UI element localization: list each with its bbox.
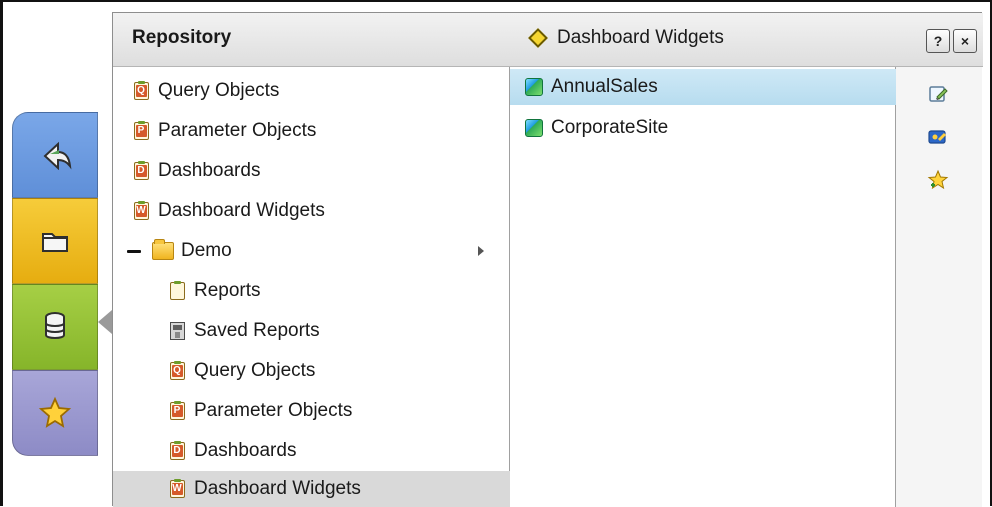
- tree-item-label: Saved Reports: [194, 320, 320, 341]
- star-icon: [38, 396, 72, 428]
- tree-item-query-objects[interactable]: Q Query Objects: [113, 73, 528, 109]
- action-toolbar: [896, 67, 982, 507]
- back-tab[interactable]: [12, 112, 98, 198]
- tree-folder-demo[interactable]: Demo: [113, 233, 523, 269]
- list-item-corporatesite[interactable]: CorporateSite: [510, 110, 910, 146]
- tree-item-label: Query Objects: [158, 80, 280, 101]
- tree-item-label: Dashboard Widgets: [158, 200, 325, 221]
- window-left-border: [0, 0, 3, 506]
- database-icon: [45, 312, 65, 339]
- list-item-annualsales[interactable]: AnnualSales: [510, 69, 910, 105]
- parameter-object-icon: P: [132, 121, 150, 141]
- tree-item-label: Dashboards: [194, 440, 297, 461]
- add-favorite-icon: [927, 169, 949, 190]
- close-button[interactable]: ×: [953, 29, 977, 53]
- left-tab-strip: [12, 112, 98, 456]
- tree-item-label: Parameter Objects: [194, 400, 353, 421]
- page-title: Repository: [132, 27, 232, 48]
- saved-report-icon: [168, 321, 186, 341]
- folder-tree: Q Query Objects P Parameter Objects D Da…: [113, 67, 564, 507]
- tree-item-label: Dashboards: [158, 160, 261, 181]
- add-favorite-button[interactable]: [927, 169, 949, 191]
- database-tab[interactable]: [12, 284, 98, 370]
- list-item-label: AnnualSales: [551, 76, 658, 97]
- close-icon: ×: [960, 33, 970, 49]
- widget-cube-icon: [525, 78, 543, 96]
- repository-header: Repository Dashboard Widgets ? ×: [113, 13, 983, 67]
- query-object-icon: Q: [168, 361, 186, 381]
- dashboard-icon: D: [168, 441, 186, 461]
- report-icon: [168, 281, 186, 301]
- breadcrumb-diamond-icon: [528, 28, 548, 48]
- collapse-icon[interactable]: [127, 249, 141, 253]
- repository-panel: Repository Dashboard Widgets ? × Q Query…: [112, 12, 983, 507]
- back-arrow-icon: [43, 141, 72, 170]
- dashboard-widget-icon: W: [132, 201, 150, 221]
- widget-cube-icon: [525, 119, 543, 137]
- tree-item-dashboards-demo[interactable]: D Dashboards: [113, 433, 564, 469]
- tree-item-label: Parameter Objects: [158, 120, 317, 141]
- tree-item-dashboard-widgets-demo[interactable]: W Dashboard Widgets: [113, 471, 564, 507]
- favorites-tab[interactable]: [12, 370, 98, 456]
- breadcrumb-label: Dashboard Widgets: [557, 27, 724, 48]
- help-button[interactable]: ?: [926, 29, 950, 53]
- query-object-icon: Q: [132, 81, 150, 101]
- folder-tab[interactable]: [12, 198, 98, 284]
- tree-item-reports[interactable]: Reports: [113, 273, 564, 309]
- chevron-right-icon[interactable]: [478, 246, 484, 256]
- tree-item-saved-reports[interactable]: Saved Reports: [113, 313, 564, 349]
- dashboard-icon: D: [132, 161, 150, 181]
- window-top-border: [0, 0, 992, 2]
- active-tab-pointer: [98, 310, 112, 334]
- tree-item-parameter-objects[interactable]: P Parameter Objects: [113, 113, 528, 149]
- breadcrumb: Dashboard Widgets: [527, 27, 724, 49]
- list-item-label: CorporateSite: [551, 117, 669, 138]
- tree-item-label: Dashboard Widgets: [194, 478, 361, 499]
- share-button[interactable]: [927, 126, 949, 148]
- tree-item-dashboard-widgets[interactable]: W Dashboard Widgets: [113, 193, 528, 229]
- edit-button[interactable]: [927, 83, 949, 105]
- folder-icon: [42, 233, 68, 252]
- dashboard-widget-icon: W: [168, 479, 186, 499]
- widget-list: AnnualSales CorporateSite: [510, 67, 910, 507]
- help-icon: ?: [933, 33, 943, 49]
- tree-item-parameter-objects-demo[interactable]: P Parameter Objects: [113, 393, 564, 429]
- tree-item-query-objects-demo[interactable]: Q Query Objects: [113, 353, 564, 389]
- tree-folder-label: Demo: [181, 240, 232, 261]
- tree-item-dashboards[interactable]: D Dashboards: [113, 153, 528, 189]
- parameter-object-icon: P: [168, 401, 186, 421]
- tree-item-label: Query Objects: [194, 360, 316, 381]
- tree-item-label: Reports: [194, 280, 261, 301]
- folder-icon: [151, 239, 175, 261]
- share-icon: [928, 130, 946, 144]
- edit-icon: [929, 86, 948, 102]
